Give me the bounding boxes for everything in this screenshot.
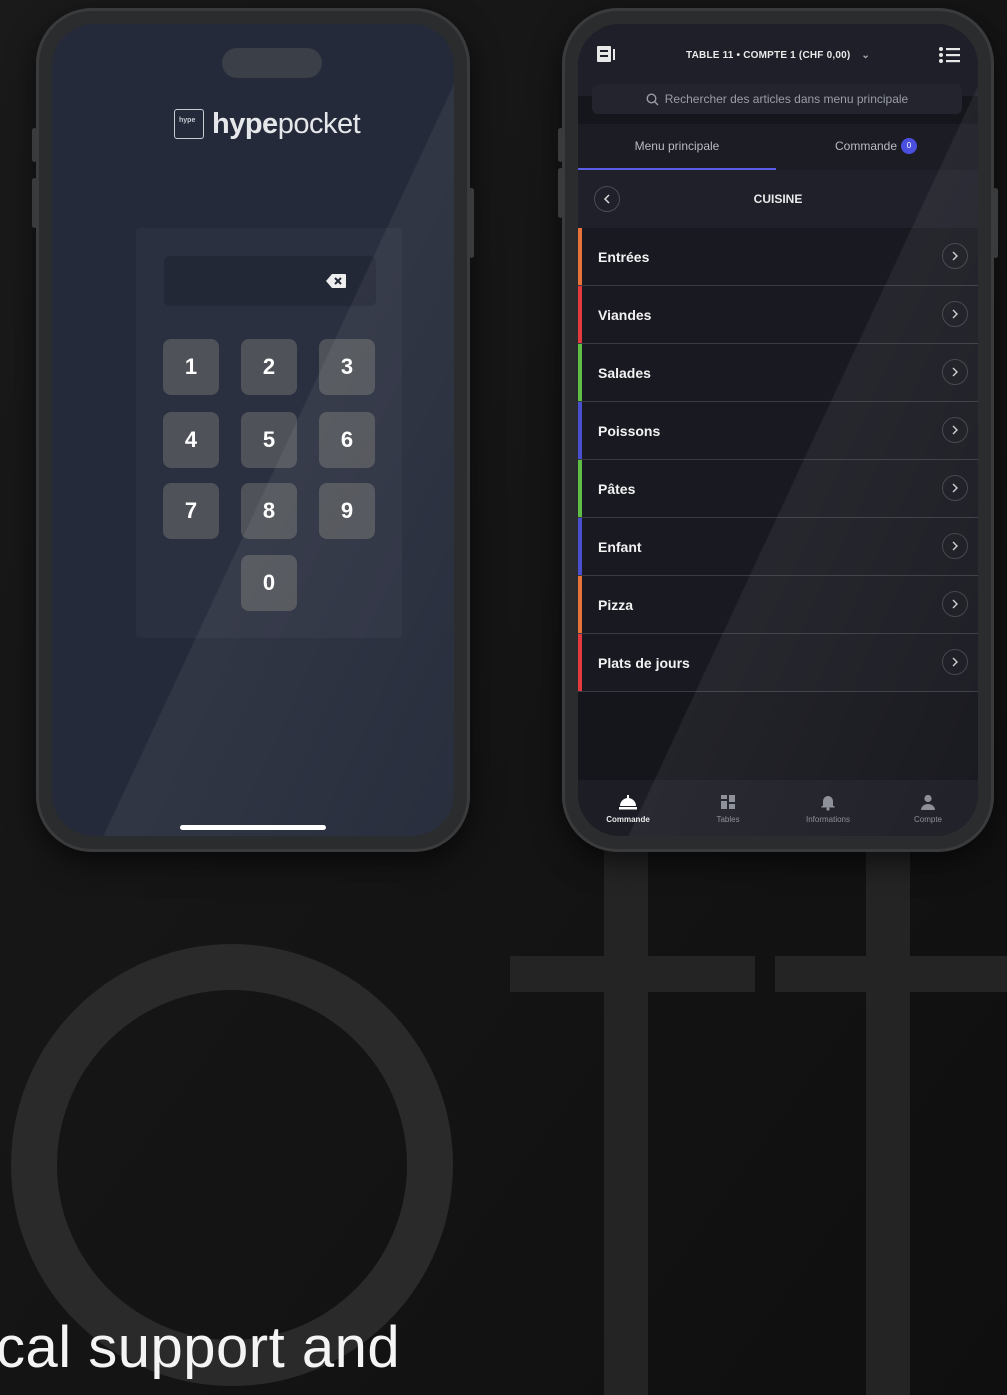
category-label: Salades (598, 364, 651, 381)
tables-icon (719, 793, 737, 813)
nav-item-informations[interactable]: Informations (778, 780, 878, 836)
key-5[interactable]: 5 (241, 412, 297, 468)
hypepocket-logo: hype hypepocket (174, 106, 361, 142)
category-label: Poissons (598, 422, 661, 439)
category-color-stripe (578, 576, 582, 633)
bell-icon (819, 793, 837, 813)
side-button (558, 168, 563, 218)
category-color-stripe (578, 286, 582, 343)
logo-mark-text: hype (179, 117, 196, 124)
category-item[interactable]: Poissons (578, 402, 978, 460)
chevron-right-icon[interactable] (942, 359, 968, 385)
table-account-label: TABLE 11 • COMPTE 1 (CHF 0,00) (686, 50, 851, 61)
logo-wordmark: hypepocket (212, 107, 361, 141)
category-item[interactable]: Pizza (578, 576, 978, 634)
nav-label: Compte (913, 814, 942, 824)
key-6[interactable]: 6 (319, 412, 375, 468)
category-color-stripe (578, 228, 582, 285)
logo-word-light: pocket (277, 107, 361, 140)
chevron-right-icon[interactable] (942, 533, 968, 559)
chevron-down-icon: ⌄ (861, 50, 870, 61)
section-title: CUISINE (753, 192, 803, 206)
chevron-right-icon[interactable] (942, 591, 968, 617)
pin-screen: hype hypepocket 1 2 3 4 5 6 7 8 9 0 (52, 24, 454, 836)
key-8[interactable]: 8 (241, 483, 297, 539)
category-item[interactable]: Salades (578, 344, 978, 402)
category-item[interactable]: Viandes (578, 286, 978, 344)
nav-label: Informations (805, 814, 851, 824)
category-color-stripe (578, 344, 582, 401)
key-3[interactable]: 3 (319, 339, 375, 395)
side-button (32, 178, 37, 228)
search-placeholder: Rechercher des articles dans menu princi… (664, 92, 909, 106)
category-item[interactable]: Plats de jours (578, 634, 978, 692)
tab-label: Commande (834, 139, 898, 153)
category-list: Entrées Viandes Salades Poissons Pâtes Enfant… (578, 228, 978, 692)
key-1[interactable]: 1 (163, 339, 219, 395)
category-label: Enfant (598, 538, 642, 555)
tab-menu-principale[interactable]: Menu principale (578, 124, 776, 170)
key-7[interactable]: 7 (163, 483, 219, 539)
category-item[interactable]: Pâtes (578, 460, 978, 518)
category-item[interactable]: Enfant (578, 518, 978, 576)
chevron-right-icon[interactable] (942, 243, 968, 269)
phone-menu: TABLE 11 • COMPTE 1 (CHF 0,00) ⌄ Recherc… (558, 8, 998, 852)
key-9[interactable]: 9 (319, 483, 375, 539)
footer-text: cal support and (0, 1315, 401, 1380)
search-input[interactable]: Rechercher des articles dans menu princi… (592, 84, 962, 114)
side-button (558, 128, 563, 162)
pin-panel: 1 2 3 4 5 6 7 8 9 0 (136, 228, 402, 638)
nav-item-tables[interactable]: Tables (678, 780, 778, 836)
key-4[interactable]: 4 (163, 412, 219, 468)
order-count-badge: 0 (901, 138, 918, 154)
key-0[interactable]: 0 (241, 555, 297, 611)
nav-item-compte[interactable]: Compte (878, 780, 978, 836)
user-icon (919, 793, 937, 813)
tab-bar: Menu principale Commande 0 (578, 124, 978, 170)
tab-label: Menu principale (634, 139, 720, 153)
nav-label: Tables (716, 814, 740, 824)
logo-mark: hype (174, 109, 204, 139)
category-color-stripe (578, 460, 582, 517)
key-2[interactable]: 2 (241, 339, 297, 395)
home-indicator[interactable] (180, 825, 326, 830)
category-color-stripe (578, 402, 582, 459)
chevron-right-icon[interactable] (942, 475, 968, 501)
tab-commande[interactable]: Commande 0 (776, 124, 976, 168)
dynamic-island (222, 48, 322, 78)
phone-pin-login: hype hypepocket 1 2 3 4 5 6 7 8 9 0 (32, 8, 474, 852)
category-color-stripe (578, 518, 582, 575)
nav-item-commande[interactable]: Commande (578, 780, 678, 836)
table-account-selector[interactable]: TABLE 11 • COMPTE 1 (CHF 0,00) ⌄ (578, 50, 978, 61)
list-menu-icon[interactable] (938, 46, 960, 64)
pin-input[interactable] (164, 256, 376, 306)
side-button (993, 188, 998, 258)
category-label: Pizza (598, 596, 634, 613)
category-label: Plats de jours (598, 654, 690, 671)
chevron-right-icon[interactable] (942, 649, 968, 675)
category-item[interactable]: Entrées (578, 228, 978, 286)
section-header: CUISINE (578, 170, 978, 228)
logo-word-bold: hype (212, 107, 278, 140)
chevron-right-icon[interactable] (942, 417, 968, 443)
category-label: Pâtes (598, 480, 636, 497)
bottom-navigation: Commande Tables Informations Compte (578, 780, 978, 836)
category-label: Viandes (598, 306, 652, 323)
search-icon (646, 92, 659, 105)
chevron-right-icon[interactable] (942, 301, 968, 327)
side-button (32, 128, 37, 162)
category-label: Entrées (598, 248, 650, 265)
side-button (469, 188, 474, 258)
category-color-stripe (578, 634, 582, 691)
menu-screen: TABLE 11 • COMPTE 1 (CHF 0,00) ⌄ Recherc… (578, 24, 978, 836)
nav-label: Commande (606, 814, 650, 824)
backspace-icon[interactable] (326, 274, 346, 288)
service-bell-icon (618, 793, 638, 813)
